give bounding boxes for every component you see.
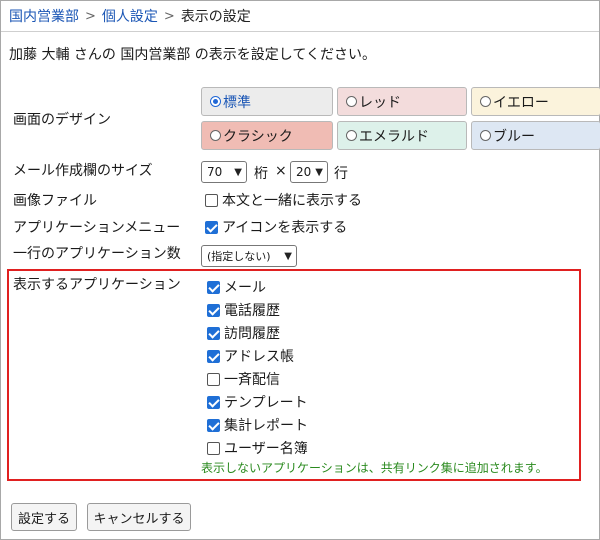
app-item-visit-history[interactable]: 訪問履歴 bbox=[207, 323, 280, 343]
radio-icon bbox=[480, 130, 491, 141]
design-option-label: エメラルド bbox=[359, 128, 429, 145]
checkbox-unchecked-icon bbox=[207, 372, 220, 386]
checkbox-checked-icon bbox=[207, 395, 220, 409]
app-item-summary-report[interactable]: 集計レポート bbox=[207, 415, 308, 435]
breadcrumb-link-personal-settings[interactable]: 個人設定 bbox=[102, 6, 158, 26]
breadcrumb-link-department[interactable]: 国内営業部 bbox=[9, 6, 79, 26]
mail-size-label: メール作成欄のサイズ bbox=[13, 163, 153, 179]
radio-icon bbox=[210, 130, 221, 141]
radio-icon bbox=[346, 130, 357, 141]
times-sign: × bbox=[275, 163, 287, 179]
app-item-template[interactable]: テンプレート bbox=[207, 392, 308, 412]
app-item-label: ユーザー名簿 bbox=[224, 441, 308, 457]
image-file-option-label: 本文と一緒に表示する bbox=[222, 193, 362, 209]
chevron-down-icon: ▼ bbox=[315, 166, 323, 178]
design-option-label: レッド bbox=[359, 94, 401, 111]
mail-cols-unit: 桁 bbox=[254, 166, 268, 182]
checkbox-checked-icon bbox=[207, 280, 220, 294]
checkbox-checked-icon bbox=[207, 326, 220, 340]
app-item-call-history[interactable]: 電話履歴 bbox=[207, 300, 280, 320]
design-option-emerald[interactable]: エメラルド bbox=[337, 121, 467, 150]
radio-icon bbox=[210, 96, 221, 107]
breadcrumb: 国内営業部 > 個人設定 > 表示の設定 bbox=[9, 6, 251, 26]
mail-cols-select[interactable]: 70 ▼ bbox=[201, 161, 247, 183]
app-item-label: メール bbox=[224, 280, 266, 296]
app-menu-option-label: アイコンを表示する bbox=[222, 220, 348, 236]
app-item-label: 訪問履歴 bbox=[224, 326, 280, 342]
app-item-label: 集計レポート bbox=[224, 418, 308, 434]
app-item-mail[interactable]: メール bbox=[207, 277, 266, 297]
design-option-label: クラシック bbox=[223, 128, 293, 145]
cancel-button[interactable]: キャンセルする bbox=[87, 503, 191, 531]
mail-cols-value: 70 bbox=[207, 165, 223, 179]
apps-per-row-value: (指定しない) bbox=[207, 250, 271, 263]
design-option-yellow[interactable]: イエロー bbox=[471, 87, 600, 116]
chevron-down-icon: ▼ bbox=[234, 166, 242, 178]
design-option-blue[interactable]: ブルー bbox=[471, 121, 600, 150]
app-item-label: 電話履歴 bbox=[224, 303, 280, 319]
breadcrumb-current: 表示の設定 bbox=[180, 9, 251, 25]
mail-rows-value: 20 bbox=[296, 165, 312, 179]
apps-per-row-select[interactable]: (指定しない) ▼ bbox=[201, 245, 297, 267]
app-item-broadcast[interactable]: 一斉配信 bbox=[207, 369, 280, 389]
radio-icon bbox=[346, 96, 357, 107]
app-item-label: テンプレート bbox=[224, 395, 308, 411]
mail-rows-unit: 行 bbox=[334, 166, 348, 182]
app-menu-icon-option[interactable]: アイコンを表示する bbox=[205, 217, 347, 237]
design-option-classic[interactable]: クラシック bbox=[201, 121, 333, 150]
app-item-label: 一斉配信 bbox=[224, 372, 280, 388]
design-label: 画面のデザイン bbox=[13, 112, 111, 128]
radio-icon bbox=[480, 96, 491, 107]
chevron-down-icon: ▼ bbox=[284, 250, 292, 262]
design-option-label: ブルー bbox=[493, 128, 535, 145]
breadcrumb-separator-icon: > bbox=[85, 8, 96, 24]
checkbox-checked-icon bbox=[205, 220, 218, 234]
apps-per-row-label: 一行のアプリケーション数 bbox=[13, 246, 181, 262]
image-file-label: 画像ファイル bbox=[13, 193, 97, 209]
apps-note: 表示しないアプリケーションは、共有リンク集に追加されます。 bbox=[201, 461, 548, 475]
breadcrumb-separator-icon: > bbox=[163, 8, 175, 24]
app-item-address-book[interactable]: アドレス帳 bbox=[207, 346, 294, 366]
checkbox-checked-icon bbox=[207, 349, 220, 363]
design-option-label: 標準 bbox=[223, 94, 251, 111]
header-divider bbox=[1, 31, 599, 32]
checkbox-unchecked-icon bbox=[205, 193, 218, 207]
app-menu-label: アプリケーションメニュー bbox=[13, 220, 181, 236]
design-option-red[interactable]: レッド bbox=[337, 87, 467, 116]
page-intro: 加藤 大輔 さんの 国内営業部 の表示を設定してください。 bbox=[9, 47, 376, 63]
checkbox-unchecked-icon bbox=[207, 441, 220, 455]
apps-label: 表示するアプリケーション bbox=[13, 277, 181, 293]
checkbox-checked-icon bbox=[207, 303, 220, 317]
design-option-standard[interactable]: 標準 bbox=[201, 87, 333, 116]
app-item-label: アドレス帳 bbox=[224, 349, 294, 365]
app-item-user-directory[interactable]: ユーザー名簿 bbox=[207, 438, 308, 458]
design-option-label: イエロー bbox=[493, 94, 549, 111]
save-button[interactable]: 設定する bbox=[11, 503, 77, 531]
settings-panel: 国内営業部 > 個人設定 > 表示の設定 加藤 大輔 さんの 国内営業部 の表示… bbox=[0, 0, 600, 540]
checkbox-checked-icon bbox=[207, 418, 220, 432]
mail-rows-select[interactable]: 20 ▼ bbox=[290, 161, 328, 183]
image-file-option[interactable]: 本文と一緒に表示する bbox=[205, 190, 362, 210]
